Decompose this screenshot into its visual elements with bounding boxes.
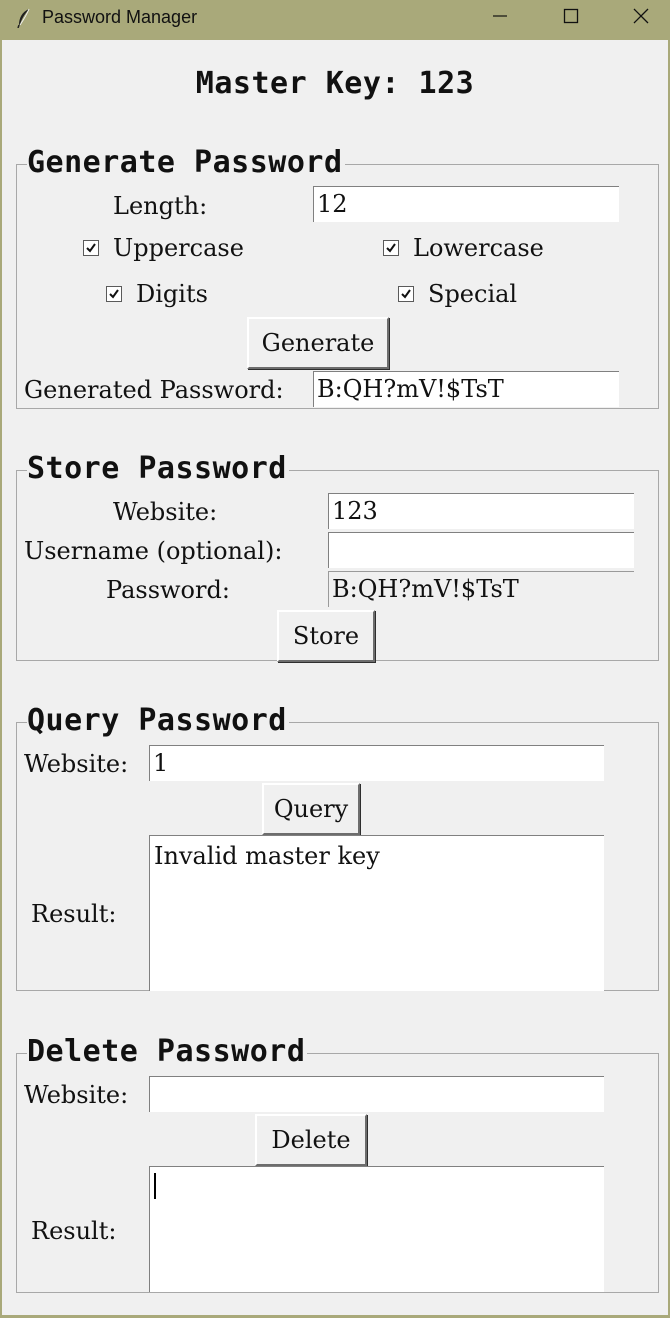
username-label: Username (optional): [24, 537, 283, 565]
master-key-heading: Master Key: 123 [195, 66, 475, 101]
maximize-button[interactable] [537, 0, 605, 36]
store-password-label: Password: [106, 576, 230, 604]
digits-label: Digits [136, 280, 208, 308]
delete-password-frame: Delete Password Website: Delete Result: [16, 1032, 659, 1293]
store-button[interactable]: Store [277, 610, 375, 662]
store-password-frame: Store Password Website: 123 Username (op… [16, 449, 659, 662]
digits-checkbox[interactable]: Digits [106, 279, 208, 309]
minimize-button[interactable] [466, 0, 534, 36]
minimize-icon [492, 8, 508, 28]
text-cursor [154, 1173, 156, 1199]
title-bar: Password Manager [0, 0, 670, 36]
generate-password-frame: Generate Password Length: 12 Uppercase L… [16, 143, 659, 409]
checkmark-icon [83, 240, 99, 256]
delete-result-textbox[interactable] [149, 1166, 604, 1292]
checkmark-icon [398, 286, 414, 302]
uppercase-label: Uppercase [113, 234, 244, 262]
close-icon [633, 8, 649, 28]
generated-password-label: Generated Password: [24, 376, 284, 404]
delete-website-label: Website: [24, 1081, 129, 1109]
feather-icon [16, 8, 32, 29]
close-button[interactable] [607, 0, 670, 36]
query-password-legend: Query Password [27, 701, 289, 741]
query-password-frame: Query Password Website: 1 Query Result: … [16, 701, 659, 991]
query-result-label: Result: [31, 900, 117, 928]
generate-password-legend: Generate Password [27, 143, 345, 183]
query-website-label: Website: [24, 750, 129, 778]
query-button[interactable]: Query [262, 783, 360, 835]
store-password-legend: Store Password [27, 449, 289, 489]
uppercase-checkbox[interactable]: Uppercase [83, 233, 244, 263]
generate-button[interactable]: Generate [247, 317, 389, 369]
delete-button[interactable]: Delete [255, 1114, 367, 1166]
store-website-input[interactable]: 123 [328, 493, 634, 529]
window-title: Password Manager [42, 7, 198, 27]
special-label: Special [428, 280, 518, 308]
query-website-input[interactable]: 1 [149, 745, 604, 781]
special-checkbox[interactable]: Special [398, 279, 517, 309]
length-input[interactable]: 12 [313, 186, 619, 222]
lowercase-checkbox[interactable]: Lowercase [383, 233, 544, 263]
maximize-icon [563, 8, 579, 28]
query-result-textbox[interactable]: Invalid master key [149, 835, 604, 991]
delete-password-legend: Delete Password [27, 1032, 308, 1072]
delete-website-input[interactable] [149, 1076, 604, 1112]
store-website-label: Website: [113, 498, 218, 526]
delete-result-label: Result: [31, 1217, 117, 1245]
checkmark-icon [383, 240, 399, 256]
username-input[interactable] [328, 532, 634, 568]
store-password-field[interactable]: B:QH?mV!$TsT [328, 571, 634, 607]
checkmark-icon [106, 286, 122, 302]
lowercase-label: Lowercase [413, 234, 544, 262]
main-window: Master Key: 123 Generate Password Length… [2, 40, 668, 1315]
generated-password-field[interactable]: B:QH?mV!$TsT [313, 371, 619, 407]
length-label: Length: [113, 192, 208, 220]
